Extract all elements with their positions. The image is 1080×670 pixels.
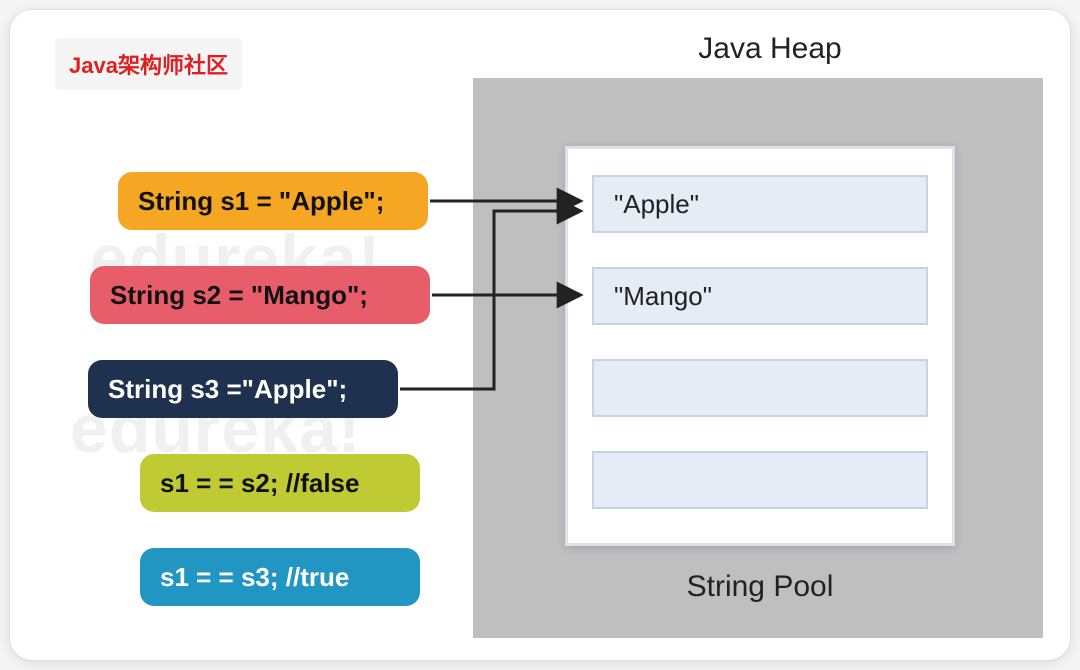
code-statement-s3: String s3 ="Apple"; xyxy=(88,360,398,418)
pool-entry-apple: "Apple" xyxy=(592,175,928,233)
pool-entry-mango: "Mango" xyxy=(592,267,928,325)
pool-entry-empty xyxy=(592,359,928,417)
string-pool-title: String Pool xyxy=(565,570,955,604)
string-pool: "Apple" "Mango" xyxy=(565,146,955,546)
code-statement-s1: String s1 = "Apple"; xyxy=(118,172,428,230)
pool-entry-empty xyxy=(592,451,928,509)
code-comparison-2: s1 = = s3; //true xyxy=(140,548,420,606)
community-badge: Java架构师社区 xyxy=(55,38,242,90)
code-comparison-1: s1 = = s2; //false xyxy=(140,454,420,512)
code-statement-s2: String s2 = "Mango"; xyxy=(90,266,430,324)
diagram-card: edureka! edureka! edureka! edureka! edur… xyxy=(10,10,1070,660)
heap-title: Java Heap xyxy=(570,32,970,66)
